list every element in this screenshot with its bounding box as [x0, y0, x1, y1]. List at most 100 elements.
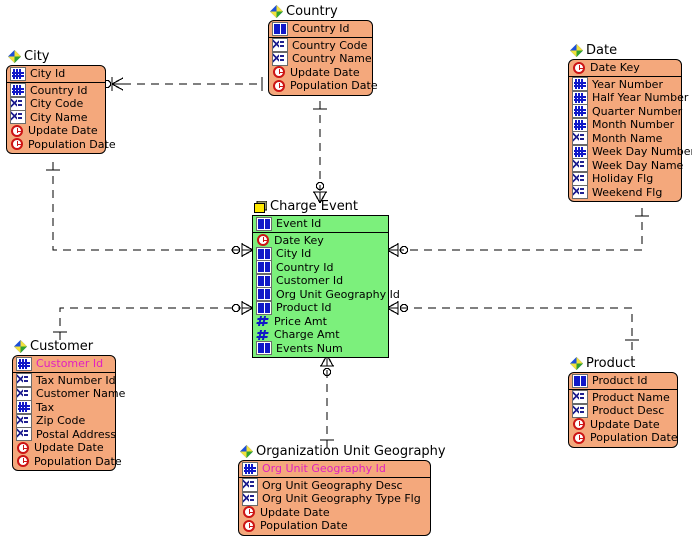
attribute-row[interactable]: Update Date	[269, 66, 372, 80]
text-icon	[10, 110, 26, 125]
entity-charge-event[interactable]: Charge Event Event Id Date Key City Id C	[252, 198, 400, 360]
attribute-row[interactable]: Country Code	[269, 38, 372, 53]
attribute-label: Country Name	[292, 52, 372, 65]
rel-customer-event[interactable]	[53, 301, 254, 340]
attribute-row[interactable]: City Id	[253, 246, 388, 261]
attribute-row[interactable]: Tax	[13, 400, 115, 415]
attribute-row[interactable]: Zip Code	[13, 413, 115, 428]
attribute-label: Postal Address	[36, 427, 117, 441]
er-diagram-canvas: Country Country Id Country Code Country …	[0, 0, 692, 550]
attribute-row[interactable]: Customer Id	[13, 356, 115, 371]
rel-country-city[interactable]	[102, 77, 263, 91]
attribute-row[interactable]: Month Name	[569, 131, 681, 146]
attribute-row[interactable]: Population Date	[269, 79, 378, 93]
attribute-label: Week Day Number	[592, 145, 692, 158]
key-icon	[256, 246, 272, 261]
attribute-row[interactable]: Date Key	[253, 234, 388, 248]
key-icon	[256, 341, 272, 356]
attribute-row[interactable]: Charge Amt	[253, 328, 388, 342]
text-icon	[572, 171, 588, 186]
key-icon	[256, 287, 272, 302]
entity-city[interactable]: City City Id Country Id City Code City N	[6, 48, 116, 156]
attribute-row[interactable]: Year Number	[569, 77, 681, 92]
number-icon	[255, 315, 270, 327]
attribute-row[interactable]: Event Id	[253, 216, 388, 231]
entity-country[interactable]: Country Country Id Country Code Country …	[268, 3, 378, 97]
entity-customer-box: Customer Id Tax Number Id Customer Name …	[12, 355, 125, 473]
attribute-label: Price Amt	[274, 314, 327, 328]
attribute-row[interactable]: Events Num	[253, 341, 388, 356]
attribute-row[interactable]: Update Date	[13, 441, 115, 455]
yellow-square-icon	[254, 200, 267, 213]
date-icon	[272, 79, 286, 92]
entity-product-box: Product Id Product Name Product Desc Upd…	[568, 372, 680, 449]
attribute-label: Population Date	[28, 137, 116, 151]
attribute-row[interactable]: Weekend Flg	[569, 185, 681, 200]
attribute-row[interactable]: Country Id	[253, 260, 388, 275]
entity-name: Charge Event	[270, 199, 359, 214]
entity-org-unit-geography[interactable]: Organization Unit Geography Org Unit Geo…	[238, 443, 446, 537]
attribute-label: Org Unit Geography Desc	[262, 478, 403, 492]
attribute-section: Product Name Product Desc Update Date Po…	[569, 390, 678, 447]
attribute-row[interactable]: Product Name	[569, 390, 677, 405]
attribute-row[interactable]: Week Day Name	[569, 158, 683, 173]
entity-customer[interactable]: Customer Customer Id Tax Number Id Custo…	[12, 338, 125, 473]
attribute-row[interactable]: Product Id	[253, 300, 388, 315]
attribute-row[interactable]: Month Number	[569, 117, 681, 132]
attribute-row[interactable]: City Id	[7, 66, 105, 81]
date-icon	[242, 506, 256, 519]
attribute-row[interactable]: Product Desc	[569, 403, 677, 418]
attribute-row[interactable]: Country Name	[269, 51, 372, 66]
date-icon	[10, 138, 24, 151]
attribute-row[interactable]: Postal Address	[13, 427, 117, 442]
attribute-row[interactable]: Population Date	[13, 455, 122, 469]
rel-country-event[interactable]	[313, 101, 327, 204]
key-icon	[256, 300, 272, 315]
attribute-row[interactable]: Country Id	[7, 83, 105, 98]
attribute-row[interactable]: City Name	[7, 110, 105, 125]
attribute-row[interactable]: Half Year Number	[569, 90, 688, 105]
entity-product[interactable]: Product Product Id Product Name Product …	[568, 355, 680, 449]
key-icon	[256, 273, 272, 288]
attribute-row[interactable]: Customer Id	[253, 273, 388, 288]
rel-orgunit-event[interactable]	[320, 354, 334, 448]
attribute-row[interactable]: Org Unit Geography Desc	[239, 478, 430, 493]
date-icon	[16, 441, 30, 454]
text-icon	[572, 131, 588, 146]
entity-country-title: Country	[270, 3, 373, 20]
attribute-row[interactable]: Tax Number Id	[13, 373, 116, 388]
rel-date-event[interactable]	[386, 208, 649, 257]
attribute-row[interactable]: Org Unit Geography Id	[239, 461, 430, 476]
attribute-row[interactable]: City Code	[7, 96, 105, 111]
key-icon	[16, 356, 32, 371]
key-icon	[16, 400, 32, 415]
text-icon	[16, 386, 32, 401]
entity-product-title: Product	[570, 355, 678, 372]
attribute-row[interactable]: Quarter Number	[569, 104, 682, 119]
key-icon	[272, 21, 288, 36]
attribute-row[interactable]: Population Date	[239, 519, 430, 533]
rel-city-event[interactable]	[46, 162, 254, 257]
attribute-row[interactable]: Holiday Flg	[569, 171, 681, 186]
attribute-row[interactable]: Product Id	[569, 373, 677, 388]
attribute-label: Org Unit Geography Type Flg	[262, 492, 421, 505]
attribute-row[interactable]: Population Date	[7, 138, 116, 152]
date-icon	[572, 431, 586, 444]
attribute-row[interactable]: Org Unit Geography Type Flg	[239, 491, 430, 506]
attribute-row[interactable]: Country Id	[269, 21, 372, 36]
date-icon	[242, 519, 256, 532]
attribute-section: Tax Number Id Customer Name Tax Zip Code…	[13, 373, 125, 471]
attribute-row[interactable]: Org Unit Geography Id	[253, 287, 400, 302]
attribute-label: Weekend Flg	[592, 185, 663, 199]
attribute-label: Tax	[36, 400, 55, 414]
attribute-row[interactable]: Population Date	[569, 431, 678, 445]
attribute-row[interactable]: Week Day Number	[569, 144, 692, 159]
attribute-row[interactable]: Update Date	[239, 506, 430, 520]
attribute-row[interactable]: Customer Name	[13, 386, 125, 401]
attribute-row[interactable]: Update Date	[569, 418, 677, 432]
attribute-row[interactable]: Price Amt	[253, 315, 388, 329]
entity-date[interactable]: Date Date Key Year Number Half Year Numb…	[568, 42, 692, 204]
attribute-row[interactable]: Update Date	[7, 124, 105, 138]
attribute-label: Customer Id	[276, 274, 344, 287]
attribute-row[interactable]: Date Key	[569, 61, 681, 75]
